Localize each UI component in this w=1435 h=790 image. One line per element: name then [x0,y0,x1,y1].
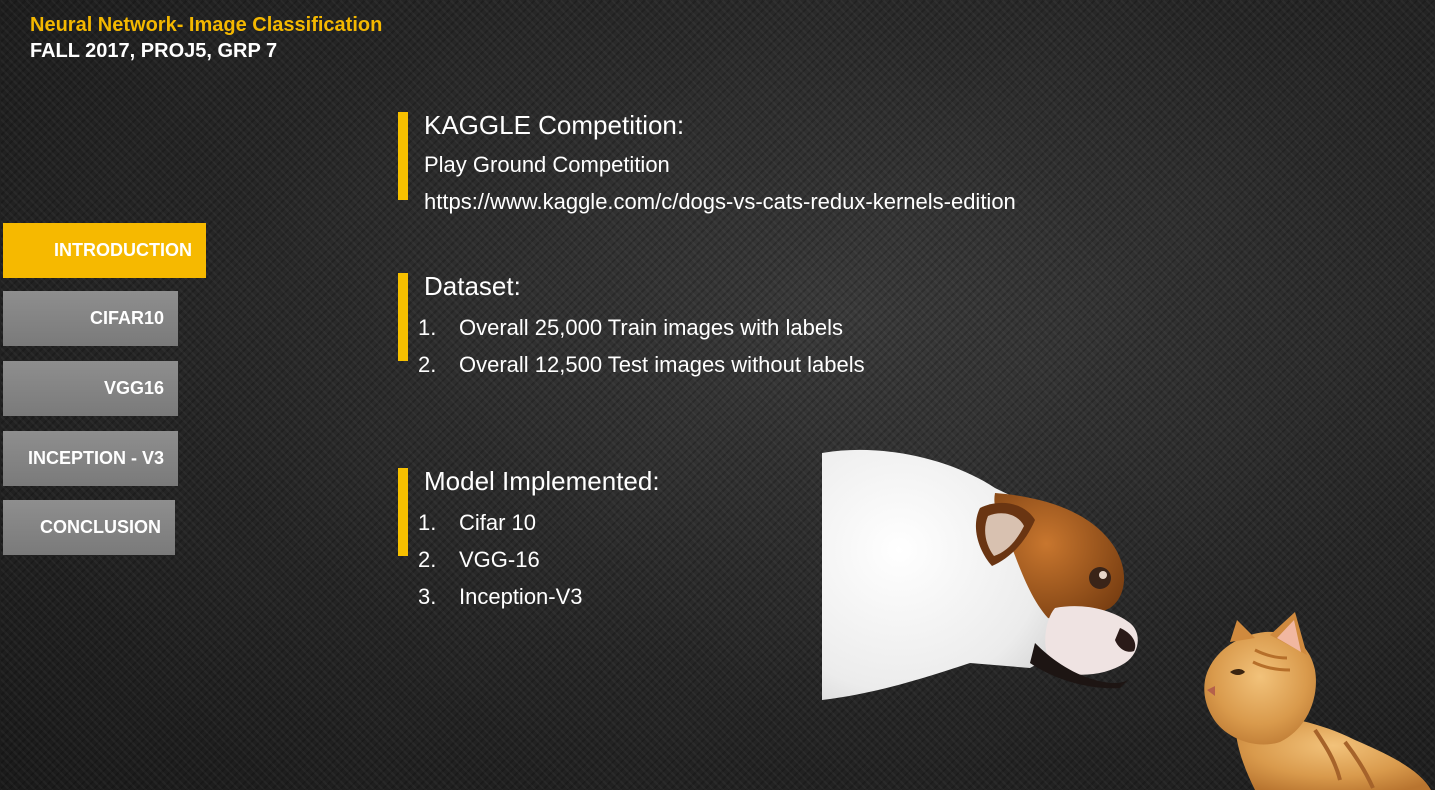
kaggle-accent-bar [398,112,408,200]
dataset-heading: Dataset: [424,271,521,301]
slide-title: Neural Network- Image Classification [30,14,383,36]
list-item: 1. Overall 25,000 Train images with label… [418,315,843,341]
list-number: 2. [418,547,437,572]
list-text: Inception-V3 [459,584,583,609]
bulldog-photo [822,449,1138,700]
kaggle-competition-link[interactable]: https://www.kaggle.com/c/dogs-vs-cats-re… [424,189,1016,215]
list-number: 1. [418,510,437,535]
list-item: 3. Inception-V3 [418,584,583,610]
nav-cifar10-button[interactable]: CIFAR10 [3,291,178,346]
models-accent-bar [398,468,408,556]
list-item: 2. VGG-16 [418,547,540,573]
models-heading: Model Implemented: [424,466,660,496]
slide-subtitle: FALL 2017, PROJ5, GRP 7 [30,40,278,62]
dataset-accent-bar [398,273,408,361]
list-text: Overall 12,500 Test images without label… [459,352,865,377]
nav-vgg16-label: VGG16 [103,378,164,398]
list-number: 1. [418,315,437,340]
kaggle-heading: KAGGLE Competition: [424,110,685,140]
nav-introduction-button[interactable]: INTRODUCTION [3,223,206,278]
nav-inception-v3-label: INCEPTION - V3 [27,448,164,468]
nav-vgg16-button[interactable]: VGG16 [3,361,178,416]
nav-conclusion-label: CONCLUSION [40,517,161,537]
nav-introduction-label: INTRODUCTION [54,240,192,260]
nav-cifar10-label: CIFAR10 [89,308,164,328]
list-item: 1. Cifar 10 [418,510,536,536]
list-text: VGG-16 [459,547,540,572]
list-number: 3. [418,584,437,609]
nav-inception-v3-button[interactable]: INCEPTION - V3 [3,431,178,486]
list-text: Overall 25,000 Train images with labels [459,315,843,340]
nav-conclusion-button[interactable]: CONCLUSION [3,500,175,555]
list-item: 2. Overall 12,500 Test images without lab… [418,352,865,378]
list-number: 2. [418,352,437,377]
kaggle-competition-type: Play Ground Competition [424,152,670,177]
list-text: Cifar 10 [459,510,537,535]
orange-cat-photo [1204,612,1431,790]
slide-header: Neural Network- Image Classification FAL… [30,12,382,64]
